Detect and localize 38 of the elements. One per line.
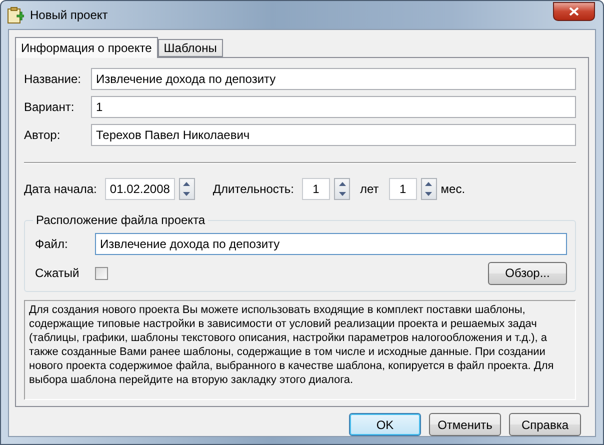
field-label: Дата начала: [24,182,97,196]
spinner[interactable] [334,178,350,200]
file-field[interactable]: Извлечение дохода по депозиту [95,233,567,255]
months-field[interactable]: 1 [388,178,417,200]
date-field[interactable]: 01.02.2008 [104,178,175,200]
group-title: Расположение файла проекта [33,213,208,227]
unit-label: лет [360,182,379,196]
text-field[interactable]: 1 [91,96,576,118]
description-text: Для создания нового проекта Вы можете использовать входящие в комплект поставки шаблоны, содержащие типовые настройки в зависимости от условий реализации проекта и решаемых задач (таблицы, графики, шаблоны текстового описания, настройки параметров налогообложения и т.д.), а также созданные Вами ранее шаблоны, содержащие в том числе и исходные данные. При создании нового проекта содержимое файла, выбранного в качестве шаблона, копируется в файл проекта. Для выбора шаблона перейдите на вторую закладку этого диалога. [24,300,576,400]
unit-label: мес. [440,182,466,196]
new-project-icon [7,6,24,24]
text-field[interactable]: Извлечение дохода по депозиту [91,68,576,90]
dialog-button[interactable]: OK [349,413,421,436]
down-arrow-icon [338,192,346,196]
years-field[interactable]: 1 [302,178,330,200]
window-title: Новый проект [30,8,109,22]
spinner[interactable] [420,178,437,200]
up-arrow-icon [425,182,432,186]
close-button[interactable] [553,2,595,20]
spinner[interactable] [178,178,195,200]
down-arrow-icon [425,192,432,196]
up-arrow-icon [338,182,346,186]
close-icon [569,6,579,16]
field-label: Название: [24,72,82,86]
tab[interactable]: Шаблоны [158,39,223,57]
browse-button[interactable]: Обзор... [488,262,567,284]
field-label: Файл: [35,237,69,251]
tab[interactable]: Информация о проекте [15,37,158,58]
field-label: Вариант: [24,100,76,114]
checkbox-label: Сжатый [35,266,80,280]
checkbox[interactable] [95,266,108,280]
text-field[interactable]: Терехов Павел Николаевич [91,124,576,146]
up-arrow-icon [183,182,190,186]
field-label: Длительность: [212,182,294,196]
down-arrow-icon [183,192,190,196]
dialog-button[interactable]: Отменить [429,413,501,436]
field-label: Автор: [24,128,62,142]
dialog-button[interactable]: Справка [509,413,581,436]
